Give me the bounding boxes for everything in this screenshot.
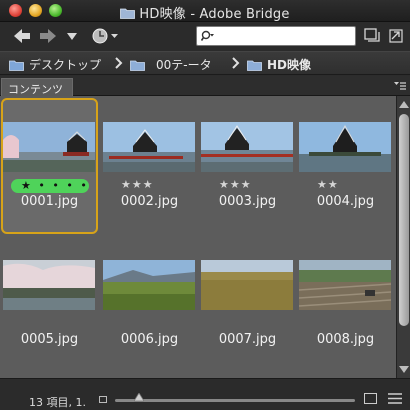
thumbnail-filename: 0008.jpg <box>316 332 375 347</box>
status-bar: 13 項目, 1. <box>0 378 410 410</box>
compact-mode-button[interactable] <box>388 27 404 45</box>
thumbnail-filename: 0006.jpg <box>120 332 179 347</box>
dropdown-icon <box>67 32 77 40</box>
thumbnail-cell[interactable]: 0008.jpg <box>297 236 394 372</box>
rating-stars[interactable]: ★★ <box>297 178 394 191</box>
thumbnail-cell[interactable]: 0005.jpg <box>1 236 98 372</box>
folder-icon <box>120 8 136 19</box>
scrollbar-thumb[interactable] <box>399 114 409 326</box>
item-count-text: 13 項目, 1. <box>29 396 86 409</box>
breadcrumb-label: HD映像 <box>267 58 312 72</box>
panel-menu-icon[interactable] <box>394 81 406 91</box>
compact-mode-icon <box>389 29 403 43</box>
panel-tab-bar: コンテンツ <box>0 76 410 96</box>
content-panel[interactable]: ★ • • • • 0001.jpg ★★★ 0002.jpg ★★★ 0003… <box>0 96 396 378</box>
search-field[interactable] <box>196 26 356 46</box>
thumbnail-filename: 0005.jpg <box>20 332 79 347</box>
breadcrumb-separator-icon[interactable] <box>232 57 240 69</box>
thumbnail-filename: 0004.jpg <box>316 194 375 209</box>
vertical-scrollbar[interactable] <box>396 96 410 378</box>
slider-knob[interactable] <box>134 393 144 403</box>
forward-button[interactable] <box>38 27 58 45</box>
thumbnail-image <box>299 122 391 172</box>
thumbnail-large-icon[interactable] <box>364 393 377 404</box>
new-window-icon <box>364 28 380 42</box>
breadcrumb-separator-icon[interactable] <box>115 57 123 69</box>
search-input[interactable] <box>217 28 351 44</box>
toolbar <box>0 22 410 51</box>
folder-icon <box>247 60 262 71</box>
thumbnail-image <box>201 122 293 172</box>
recent-files-button[interactable] <box>90 27 120 45</box>
thumbnail-image <box>3 122 95 172</box>
forward-arrow-icon <box>40 29 56 43</box>
breadcrumb-current-folder[interactable]: HD映像 <box>247 56 311 73</box>
rating-stars[interactable]: ★★★ <box>199 178 296 191</box>
thumbnail-size-slider[interactable] <box>115 399 355 402</box>
thumbnail-image <box>201 260 293 310</box>
thumbnail-image <box>103 260 195 310</box>
back-arrow-icon <box>14 29 30 43</box>
history-dropdown-button[interactable] <box>65 27 79 45</box>
thumbnail-cell[interactable]: ★★★ 0002.jpg <box>101 98 198 234</box>
rating-stars[interactable]: ★★★ <box>101 178 198 191</box>
scroll-down-icon[interactable] <box>399 366 409 374</box>
scroll-up-icon[interactable] <box>399 100 409 108</box>
thumbnail-image <box>3 260 95 310</box>
folder-icon <box>130 60 145 71</box>
thumbnail-filename: 0002.jpg <box>120 194 179 209</box>
path-bar: デスクトップ 00テ-ータ HD映像 <box>0 51 410 75</box>
desktop-folder-icon <box>9 60 24 71</box>
thumbnail-image <box>299 260 391 310</box>
back-button[interactable] <box>12 27 32 45</box>
thumbnail-cell[interactable]: 0006.jpg <box>101 236 198 372</box>
new-window-button[interactable] <box>364 27 382 45</box>
title-bar: HD映像 - Adobe Bridge <box>0 0 410 22</box>
rating-label-badge[interactable]: ★ • • • • <box>11 179 89 193</box>
thumbnail-filename: 0007.jpg <box>218 332 277 347</box>
thumbnail-small-icon[interactable] <box>99 396 107 403</box>
breadcrumb-desktop[interactable]: デスクトップ <box>9 56 101 73</box>
window-title: HD映像 - Adobe Bridge <box>0 3 410 22</box>
recent-icon <box>92 28 118 44</box>
tab-content[interactable]: コンテンツ <box>1 78 73 96</box>
thumbnail-image <box>103 122 195 172</box>
grid-view-icon[interactable] <box>388 393 402 404</box>
thumbnail-filename: 0001.jpg <box>20 194 79 209</box>
breadcrumb-data-folder[interactable]: 00テ-ータ <box>130 56 212 73</box>
thumbnail-cell[interactable]: ★ • • • • 0001.jpg <box>1 98 98 234</box>
thumbnail-cell[interactable]: 0007.jpg <box>199 236 296 372</box>
search-icon <box>201 30 214 41</box>
thumbnail-cell[interactable]: ★★ 0004.jpg <box>297 98 394 234</box>
breadcrumb-label: デスクトップ <box>29 58 102 72</box>
thumbnail-cell[interactable]: ★★★ 0003.jpg <box>199 98 296 234</box>
window-title-text: HD映像 - Adobe Bridge <box>139 7 290 22</box>
thumbnail-filename: 0003.jpg <box>218 194 277 209</box>
breadcrumb-label: 00テ-ータ <box>156 58 212 72</box>
